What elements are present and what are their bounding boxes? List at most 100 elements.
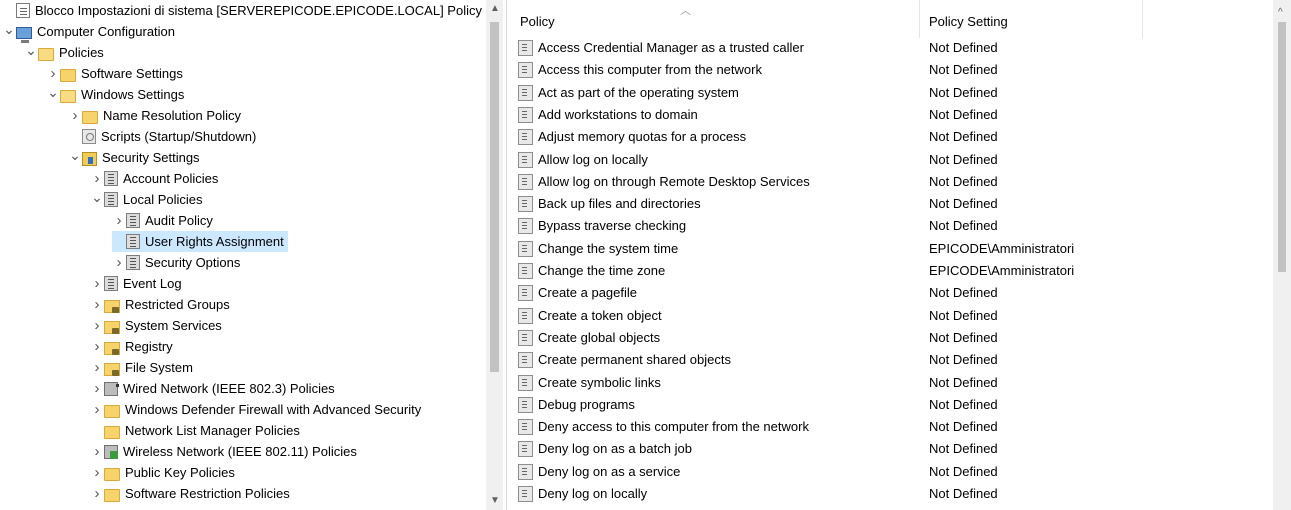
policy-row[interactable]: Deny access to this computer from the ne… — [512, 416, 1273, 438]
chevron-right-icon[interactable]: › — [90, 294, 104, 315]
tree-item[interactable]: › Registry — [90, 336, 173, 357]
policy-row[interactable]: Debug programs Not Defined — [512, 394, 1273, 416]
chevron-right-icon[interactable]: › — [90, 483, 104, 504]
tree-item[interactable]: › System Services — [90, 315, 222, 336]
folder-icon — [104, 404, 120, 418]
tree-item[interactable]: Scripts (Startup/Shutdown) — [68, 126, 256, 147]
tree-item[interactable]: › File System — [90, 357, 193, 378]
policy-doc-icon — [16, 3, 30, 18]
list-scrollbar[interactable]: ^ — [1273, 0, 1291, 510]
policy-setting-icon — [518, 352, 533, 368]
chevron-right-icon[interactable]: › — [46, 63, 60, 84]
policy-row[interactable]: Adjust memory quotas for a process Not De… — [512, 126, 1273, 148]
pane-splitter[interactable] — [503, 0, 512, 510]
policy-row[interactable]: Allow log on through Remote Desktop Serv… — [512, 171, 1273, 193]
policy-row[interactable]: Create permanent shared objects Not Defin… — [512, 349, 1273, 371]
tree-item[interactable]: › Software Settings — [46, 63, 183, 84]
policy-row[interactable]: Create global objects Not Defined — [512, 327, 1273, 349]
scroll-up-arrow-icon[interactable]: ^ — [1278, 8, 1283, 18]
chevron-right-icon[interactable]: › — [90, 273, 104, 294]
tree-item[interactable]: Blocco Impostazioni di sistema [SERVEREP… — [2, 0, 482, 21]
policy-setting-value: Not Defined — [929, 464, 998, 479]
policy-setting-value: EPICODE\Amministratori — [929, 241, 1075, 256]
policy-name: Act as part of the operating system — [538, 85, 739, 100]
chevron-down-icon[interactable]: ⌄ — [24, 43, 38, 57]
tree-item[interactable]: ⌄ Computer Configuration — [2, 21, 175, 43]
policy-row[interactable]: Add workstations to domain Not Defined — [512, 104, 1273, 126]
chevron-down-icon[interactable]: ⌄ — [90, 190, 104, 204]
folder-open-icon — [38, 47, 54, 61]
policy-row[interactable]: Deny log on as a service Not Defined — [512, 461, 1273, 483]
tree-item[interactable]: › Restricted Groups — [90, 294, 230, 315]
tree-item[interactable]: ⌄ Windows Settings — [46, 84, 184, 105]
policy-row[interactable]: Access this computer from the network Not… — [512, 59, 1273, 81]
chevron-right-icon[interactable]: › — [90, 357, 104, 378]
policy-setting-value: Not Defined — [929, 330, 998, 345]
scroll-down-arrow-icon[interactable]: ▼ — [490, 496, 500, 506]
tree-item[interactable]: ⌄ Local Policies — [90, 189, 203, 210]
chevron-right-icon[interactable]: › — [112, 252, 126, 273]
tree-item[interactable]: › Name Resolution Policy — [68, 105, 242, 126]
tree-item[interactable]: ⌄ Policies — [24, 42, 104, 63]
tree-item[interactable]: › Wired Network (IEEE 802.3) Policies — [90, 378, 335, 399]
tree-item-label: Name Resolution Policy — [103, 108, 242, 123]
tree-item[interactable]: › Event Log — [90, 273, 182, 294]
policy-row[interactable]: Bypass traverse checking Not Defined — [512, 215, 1273, 237]
policy-name: Add workstations to domain — [538, 107, 698, 122]
policy-row[interactable]: Change the time zone EPICODE\Amministrato… — [512, 260, 1273, 282]
tree-item[interactable]: › Security Options — [112, 252, 241, 273]
policy-setting-value: Not Defined — [929, 174, 998, 189]
tree-item[interactable]: User Rights Assignment — [112, 231, 288, 252]
tree-item[interactable]: › Public Key Policies — [90, 462, 235, 483]
tree-item-label: Software Restriction Policies — [125, 486, 290, 501]
policy-row[interactable]: Deny log on locally Not Defined — [512, 483, 1273, 505]
column-divider[interactable] — [919, 0, 920, 38]
policy-name: Change the system time — [538, 241, 679, 256]
policy-setting-value: Not Defined — [929, 375, 998, 390]
chevron-right-icon[interactable]: › — [112, 210, 126, 231]
column-header-policy[interactable]: Policy — [520, 14, 555, 29]
tree-item-label: Blocco Impostazioni di sistema [SERVEREP… — [35, 3, 482, 18]
chevron-right-icon[interactable]: › — [90, 168, 104, 189]
tree-item[interactable]: ⌄ Security Settings — [68, 147, 200, 168]
tree-item[interactable]: › Audit Policy — [112, 210, 213, 231]
chevron-right-icon[interactable]: › — [90, 441, 104, 462]
policy-setting-value: Not Defined — [929, 285, 998, 300]
tree-scroll-thumb[interactable] — [490, 22, 499, 372]
policy-row[interactable]: Change the system time EPICODE\Amministra… — [512, 238, 1273, 260]
tree-item[interactable]: › Wireless Network (IEEE 802.11) Policies — [90, 441, 357, 462]
chevron-down-icon[interactable]: ⌄ — [68, 148, 82, 162]
tree-item[interactable]: › Software Restriction Policies — [90, 483, 290, 504]
policy-row[interactable]: Create a pagefile Not Defined — [512, 282, 1273, 304]
chevron-right-icon[interactable]: › — [90, 378, 104, 399]
chevron-down-icon[interactable]: ⌄ — [2, 22, 16, 36]
chevron-right-icon[interactable]: › — [90, 315, 104, 336]
scroll-up-arrow-icon[interactable]: ▲ — [490, 4, 500, 14]
policy-name: Create permanent shared objects — [538, 352, 731, 367]
folder-icon — [60, 68, 76, 82]
policy-row[interactable]: Deny log on as a batch job Not Defined — [512, 438, 1273, 460]
chevron-down-icon[interactable]: ⌄ — [46, 85, 60, 99]
policy-setting-icon — [518, 285, 533, 301]
tree-scrollbar[interactable]: ▲ ▼ — [486, 0, 503, 510]
security-settings-icon — [82, 151, 97, 166]
tree-item[interactable]: Network List Manager Policies — [90, 420, 300, 441]
policy-book-icon — [126, 234, 140, 249]
list-scroll-thumb[interactable] — [1278, 22, 1286, 272]
policy-row[interactable]: Create symbolic links Not Defined — [512, 372, 1273, 394]
chevron-right-icon[interactable]: › — [68, 105, 82, 126]
policy-row[interactable]: Act as part of the operating system Not D… — [512, 82, 1273, 104]
chevron-right-icon[interactable]: › — [90, 336, 104, 357]
tree-item[interactable]: › Windows Defender Firewall with Advanced… — [90, 399, 422, 420]
tree-item[interactable]: › Account Policies — [90, 168, 219, 189]
chevron-right-icon[interactable]: › — [90, 462, 104, 483]
column-header-policy-setting[interactable]: Policy Setting — [929, 14, 1008, 29]
tree-item-label: Account Policies — [123, 171, 219, 186]
policy-setting-value: Not Defined — [929, 40, 998, 55]
policy-row[interactable]: Back up files and directories Not Defined — [512, 193, 1273, 215]
column-divider[interactable] — [1142, 0, 1143, 38]
policy-row[interactable]: Access Credential Manager as a trusted c… — [512, 37, 1273, 59]
policy-row[interactable]: Create a token object Not Defined — [512, 305, 1273, 327]
chevron-right-icon[interactable]: › — [90, 399, 104, 420]
policy-row[interactable]: Allow log on locally Not Defined — [512, 149, 1273, 171]
